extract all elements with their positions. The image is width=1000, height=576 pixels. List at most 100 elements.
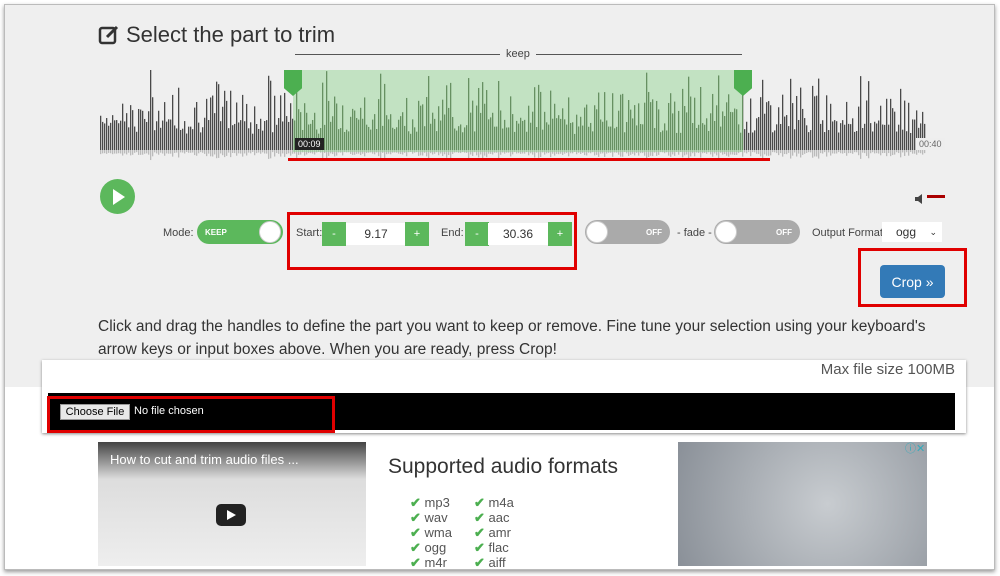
wave-reflection — [136, 150, 138, 153]
wave-reflection — [750, 150, 752, 157]
start-minus-button[interactable]: - — [322, 222, 346, 246]
wave-bar — [888, 124, 890, 150]
wave-reflection — [862, 150, 864, 153]
volume-slider[interactable] — [927, 195, 945, 198]
wave-bar — [912, 119, 914, 150]
wave-bar — [838, 132, 840, 150]
video-thumbnail[interactable]: How to cut and trim audio files ... — [98, 442, 366, 566]
wave-bar — [148, 111, 150, 150]
video-play-icon[interactable] — [216, 504, 246, 526]
wave-reflection — [906, 150, 908, 153]
wave-bar — [834, 120, 836, 150]
format-item: ✔ aac — [474, 510, 510, 525]
wave-reflection — [206, 150, 208, 157]
wave-bar — [910, 132, 912, 150]
wave-reflection — [774, 150, 776, 153]
wave-bar — [750, 98, 752, 150]
wave-reflection — [754, 150, 756, 153]
wave-bar — [886, 98, 888, 150]
title-text: Select the part to trim — [126, 22, 336, 47]
wave-reflection — [286, 150, 288, 155]
wave-bar — [744, 129, 746, 150]
wave-reflection — [768, 150, 770, 156]
wave-bar — [260, 118, 262, 150]
chevron-down-icon: ⌄ — [929, 226, 937, 237]
format-item: ✔ mp3 — [410, 495, 450, 510]
wave-reflection — [854, 150, 856, 153]
wave-reflection — [174, 150, 176, 153]
wave-reflection — [114, 150, 116, 154]
wave-bar — [262, 130, 264, 150]
wave-bar — [244, 121, 246, 150]
wave-reflection — [814, 150, 816, 157]
wave-reflection — [132, 150, 134, 155]
max-file-size: Max file size 100MB — [820, 361, 955, 378]
format-item: ✔ aiff — [474, 555, 506, 570]
wave-bar — [808, 132, 810, 150]
wave-bar — [796, 95, 798, 150]
check-icon: ✔ — [474, 525, 485, 540]
end-input[interactable]: 30.36 — [488, 223, 548, 245]
crop-button[interactable]: Crop » — [880, 265, 945, 298]
wave-bar — [804, 118, 806, 150]
wave-bar — [790, 78, 792, 150]
wave-reflection — [210, 150, 212, 157]
ad-info-close-icon[interactable]: ⓘ✕ — [905, 440, 925, 456]
wave-bar — [760, 97, 762, 150]
selection-region[interactable] — [293, 70, 743, 152]
volume-icon[interactable] — [915, 191, 925, 209]
wave-reflection — [874, 150, 876, 154]
end-minus-button[interactable]: - — [465, 222, 489, 246]
wave-reflection — [822, 150, 824, 154]
wave-bar — [818, 78, 820, 150]
start-plus-button[interactable]: + — [405, 222, 429, 246]
wave-reflection — [186, 150, 188, 152]
wave-bar — [150, 70, 152, 150]
wave-reflection — [180, 150, 182, 153]
wave-bar — [864, 123, 866, 150]
end-plus-button[interactable]: + — [548, 222, 572, 246]
wave-bar — [890, 98, 892, 150]
wave-reflection — [178, 150, 180, 158]
wave-bar — [272, 132, 274, 150]
wave-bar — [192, 129, 194, 150]
output-format-select[interactable]: ogg ⌄ — [882, 222, 942, 242]
wave-bar — [764, 113, 766, 150]
upload-highlight-box — [47, 396, 335, 433]
wave-reflection — [194, 150, 196, 156]
check-icon: ✔ — [474, 495, 485, 510]
wave-reflection — [910, 150, 912, 153]
start-input[interactable]: 9.17 — [346, 223, 406, 245]
output-format-value: ogg — [896, 225, 917, 239]
wave-reflection — [806, 150, 808, 153]
wave-reflection — [256, 150, 258, 154]
wave-reflection — [802, 150, 804, 155]
wave-bar — [748, 132, 750, 150]
wave-bar — [812, 85, 814, 150]
wave-reflection — [770, 150, 772, 156]
ad-image-sneakers[interactable] — [678, 442, 927, 566]
wave-bar — [238, 122, 240, 150]
fade-in-toggle[interactable]: OFF — [585, 220, 670, 244]
formats-title: Supported audio formats — [388, 455, 618, 478]
wave-bar — [792, 103, 794, 150]
fade-out-toggle[interactable]: OFF — [714, 220, 800, 244]
wave-reflection — [160, 150, 162, 153]
wave-bar — [280, 95, 282, 150]
wave-bar — [862, 128, 864, 150]
wave-reflection — [884, 150, 886, 154]
wave-reflection — [172, 150, 174, 157]
wave-bar — [876, 123, 878, 150]
format-item: ✔ flac — [474, 540, 509, 555]
wave-bar — [762, 79, 764, 150]
play-button[interactable] — [100, 179, 135, 214]
wave-bar — [824, 132, 826, 150]
wave-bar — [228, 128, 230, 150]
wave-reflection — [182, 150, 184, 153]
wave-reflection — [778, 150, 780, 156]
wave-bar — [882, 124, 884, 150]
mode-toggle[interactable]: KEEP — [197, 220, 283, 244]
wave-bar — [816, 95, 818, 150]
wave-reflection — [882, 150, 884, 154]
wave-reflection — [876, 150, 878, 154]
